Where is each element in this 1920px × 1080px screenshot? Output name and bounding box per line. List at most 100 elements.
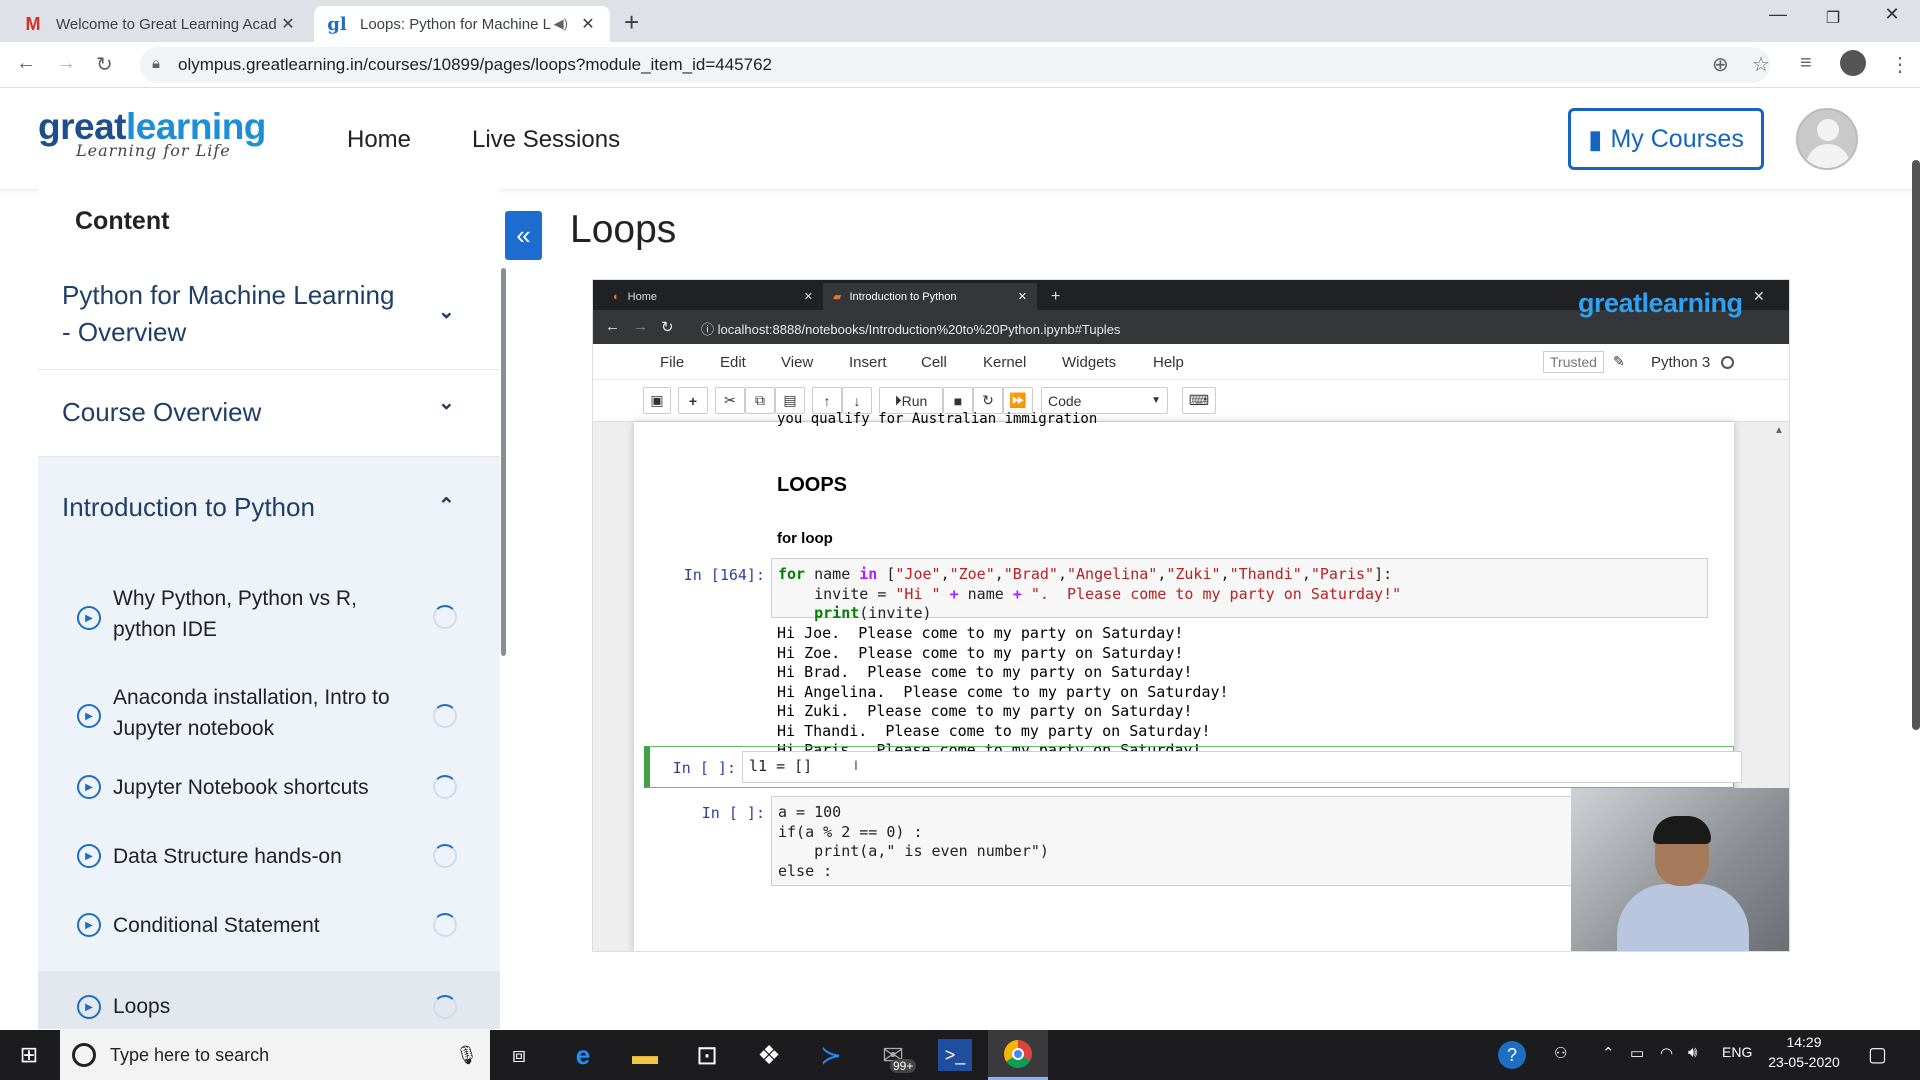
chevron-down-icon[interactable]: ⌄ — [438, 299, 455, 324]
edge-icon[interactable]: e — [566, 1039, 600, 1071]
maximize-icon[interactable]: ❐ — [1803, 8, 1863, 28]
close-icon[interactable]: ✕ — [578, 14, 598, 34]
close-window-icon[interactable]: ✕ — [1862, 4, 1920, 25]
reload-icon[interactable]: ↻ — [96, 52, 113, 77]
lesson-item[interactable]: ▶ Anaconda installation, Intro to Jupyte… — [38, 664, 500, 764]
url-input[interactable]: 🔒︎ olympus.greatlearning.in/courses/1089… — [140, 47, 1770, 83]
play-circle-icon: ▶ — [77, 775, 101, 799]
video-tab-label: Home — [627, 290, 657, 303]
language-indicator[interactable]: ENG — [1722, 1044, 1752, 1060]
help-icon[interactable]: ? — [1498, 1041, 1526, 1069]
close-icon[interactable]: ✕ — [278, 14, 298, 34]
file-explorer-icon[interactable]: ▬ — [628, 1039, 662, 1071]
lesson-label: Data Structure hands-on — [113, 845, 342, 868]
lesson-item[interactable]: ▶ Conditional Statement — [38, 902, 500, 971]
collapse-sidebar-button[interactable]: « — [505, 211, 542, 260]
forward-icon[interactable]: → — [56, 52, 76, 75]
run-label: Run — [901, 392, 928, 409]
video-tab-home: ◐ Home ✕ — [603, 283, 823, 310]
audio-icon[interactable]: ◀) — [554, 16, 568, 32]
forward-icon: → — [633, 318, 648, 335]
code-line: print(a," is even number") — [778, 842, 1049, 860]
browser-menu-icon[interactable]: ⋮ — [1890, 52, 1910, 77]
course-content-sidebar: Content Python for Machine Learning - Ov… — [38, 189, 500, 1029]
store-icon[interactable]: ⊡ — [690, 1039, 724, 1071]
code-line: invite = "Hi " + name + ". Please come t… — [778, 584, 1402, 603]
cut-icon: ✂ — [715, 387, 745, 414]
code-line: if(a % 2 == 0) : — [778, 822, 923, 841]
reload-icon: ↻ — [661, 319, 674, 336]
module-label: Introduction to Python — [62, 492, 315, 522]
back-icon[interactable]: ← — [16, 52, 36, 75]
chevron-up-icon[interactable]: ⌃ — [438, 493, 455, 518]
video-url: ⓘ localhost:8888/notebooks/Introduction%… — [701, 319, 1120, 338]
profile-avatar-icon[interactable] — [1840, 50, 1866, 76]
code-cell: a = 100 if(a % 2 == 0) : print(a," is ev… — [771, 796, 1708, 886]
minimize-icon[interactable]: — — [1748, 4, 1808, 25]
chrome-icon[interactable] — [988, 1030, 1048, 1080]
url-text: olympus.greatlearning.in/courses/10899/p… — [178, 55, 772, 74]
module-course-overview[interactable]: Course Overview ⌄ — [38, 370, 500, 457]
page-title: Loops — [570, 208, 677, 251]
lesson-list: ▶ Why Python, Python vs R, python IDE ▶ … — [38, 564, 500, 1029]
tab-gmail[interactable]: M Welcome to Great Learning Acad ✕ — [10, 6, 310, 42]
chevron-up-icon[interactable]: ⌃ — [1602, 1044, 1615, 1062]
selected-cell: In [ ]: l1 = [] I — [644, 746, 1742, 788]
my-courses-label: My Courses — [1610, 124, 1744, 153]
clock[interactable]: 14:29 23-05-2020 — [1768, 1034, 1840, 1070]
new-tab-button[interactable]: + — [624, 7, 639, 38]
module-label: Course Overview — [62, 397, 262, 427]
mail-icon[interactable]: ✉ 99+ — [876, 1039, 917, 1073]
my-courses-button[interactable]: ▮ My Courses — [1568, 108, 1764, 170]
powershell-icon[interactable]: >_ — [938, 1039, 972, 1071]
lesson-item[interactable]: ▶ Jupyter Notebook shortcuts — [38, 764, 500, 833]
cut-off-text: you qualify for Australian immigration — [777, 411, 1098, 427]
module-python-overview[interactable]: Python for Machine Learning - Overview ⌄ — [38, 261, 500, 370]
user-avatar[interactable] — [1796, 108, 1858, 170]
page-scrollbar[interactable] — [1912, 160, 1920, 730]
save-icon: ▣ — [643, 387, 671, 414]
battery-icon[interactable]: ▭ — [1630, 1044, 1644, 1062]
add-cell-icon: + — [678, 387, 708, 414]
code-line: a = 100 — [778, 803, 842, 821]
menu-file: File — [660, 354, 685, 371]
code-line: for name in ["Joe","Zoe","Brad","Angelin… — [778, 565, 1393, 583]
module-intro-python[interactable]: Introduction to Python ⌃ — [38, 457, 500, 565]
nav-home[interactable]: Home — [347, 126, 411, 154]
vscode-icon[interactable]: ≻ — [814, 1039, 848, 1071]
notifications-icon[interactable]: ▢ — [1868, 1042, 1887, 1067]
copy-icon: ⧉ — [745, 387, 775, 414]
caret-down-icon: ▼ — [1151, 395, 1161, 406]
chevron-down-icon[interactable]: ⌄ — [438, 390, 455, 415]
nav-live-sessions[interactable]: Live Sessions — [472, 126, 620, 154]
windows-start-icon[interactable]: ⊞ — [12, 1039, 46, 1071]
tab-loops[interactable]: gl Loops: Python for Machine L ◀) ✕ — [314, 6, 610, 42]
lesson-item-active[interactable]: ▶ Loops — [38, 971, 500, 1029]
mail-badge: 99+ — [890, 1059, 917, 1073]
zoom-icon[interactable]: ⊕ — [1712, 52, 1729, 77]
people-icon[interactable]: ⚇ — [1554, 1044, 1567, 1062]
bookmark-star-icon[interactable]: ☆ — [1752, 52, 1770, 77]
site-header: greatlearning Learning for Life Home Liv… — [0, 88, 1920, 189]
dropbox-icon[interactable]: ❖ — [752, 1039, 786, 1071]
kernel-name: Python 3 — [1651, 354, 1711, 371]
close-icon: ✕ — [803, 291, 813, 303]
video-tab-label: Introduction to Python — [849, 290, 957, 303]
lesson-item[interactable]: ▶ Why Python, Python vs R, python IDE — [38, 564, 500, 664]
notebook-icon: ▰ — [833, 291, 842, 303]
progress-ring-icon — [433, 704, 457, 728]
media-queue-icon[interactable]: ≡ — [1800, 52, 1812, 75]
taskbar-search[interactable]: Type here to search 🎙︎ — [60, 1030, 490, 1080]
address-bar-row: ← → ↻ 🔒︎ olympus.greatlearning.in/course… — [0, 42, 1920, 88]
search-placeholder: Type here to search — [110, 1044, 270, 1065]
wifi-icon[interactable]: ◠ — [1660, 1044, 1673, 1062]
volume-icon[interactable]: 🔊︎ — [1688, 1044, 1697, 1061]
lesson-video[interactable]: ◐ Home ✕ ▰ Introduction to Python ✕ + ✕ … — [592, 279, 1790, 952]
sidebar-scrollbar[interactable] — [501, 268, 506, 656]
task-view-icon[interactable]: ⧈ — [502, 1039, 536, 1071]
menu-help: Help — [1153, 354, 1184, 371]
clock-time: 14:29 — [1786, 1034, 1822, 1050]
content-heading: Content — [75, 207, 170, 235]
lesson-item[interactable]: ▶ Data Structure hands-on — [38, 833, 500, 902]
microphone-icon[interactable]: 🎙︎ — [455, 1045, 478, 1066]
